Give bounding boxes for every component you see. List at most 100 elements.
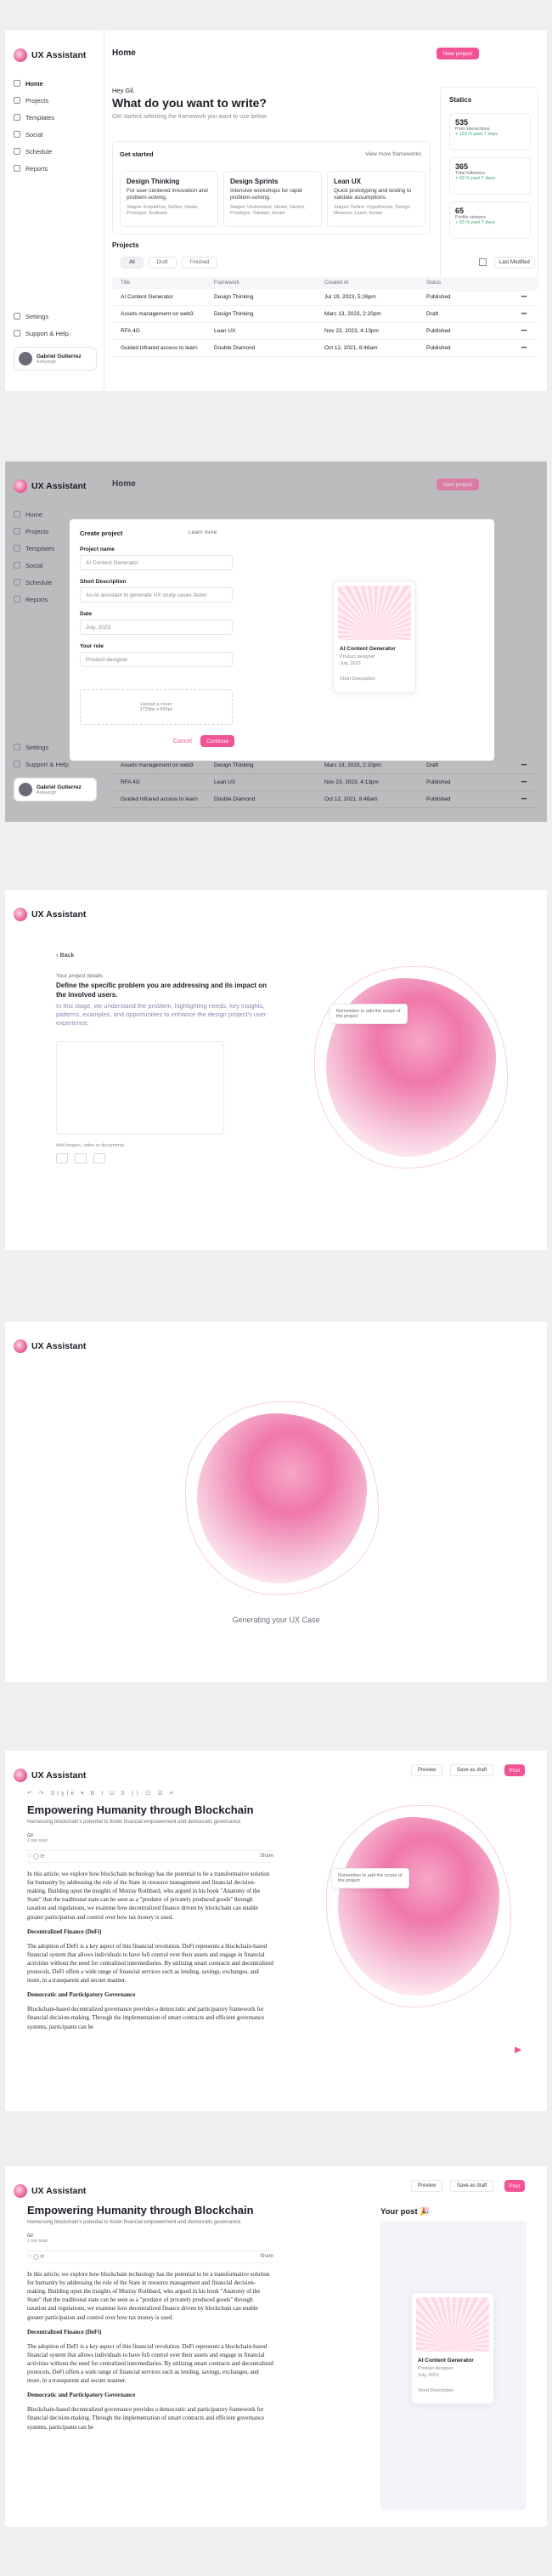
- role-field[interactable]: Product designer: [80, 652, 233, 667]
- sidebar-item-social[interactable]: Social: [14, 557, 54, 574]
- sidebar-item-social[interactable]: Social: [14, 126, 54, 143]
- sidebar-item-label: Settings: [25, 312, 49, 320]
- app-logo[interactable]: UX Assistant: [14, 479, 86, 493]
- framework-card-design-thinking[interactable]: Design Thinking For user-centered innova…: [120, 171, 218, 227]
- view-more-frameworks-link[interactable]: View more frameworks: [365, 151, 421, 157]
- filter-all[interactable]: All: [121, 257, 144, 269]
- share-button[interactable]: Share: [260, 2254, 273, 2260]
- modal-title: Create project: [80, 529, 123, 537]
- article-paragraph[interactable]: The adoption of DeFi is a key aspect of …: [27, 2342, 273, 2386]
- user-card[interactable]: Gabriel Gutierrez Ankyorgh: [14, 347, 97, 371]
- image-icon[interactable]: [56, 1153, 68, 1163]
- filter-draft[interactable]: Draft: [148, 257, 177, 269]
- learn-more-link[interactable]: Learn more: [189, 529, 217, 535]
- article-subtitle[interactable]: Harnessing blockchain's potential to fos…: [27, 1820, 273, 1826]
- date-field[interactable]: July, 2023: [80, 620, 233, 635]
- attach-label: Add images, video or documents: [56, 1143, 125, 1148]
- back-label: Back: [59, 951, 75, 959]
- sidebar-item-home[interactable]: Home: [14, 506, 54, 523]
- more-icon[interactable]: •••: [511, 345, 537, 351]
- column-created: Created At: [324, 280, 349, 286]
- reaction-icons[interactable]: ♡ ◯ ⟳: [27, 1854, 44, 1860]
- article-paragraph[interactable]: Blockchain-based decentralized governanc…: [27, 2005, 273, 2030]
- social-icon: [14, 562, 20, 569]
- table-header: Title Framework Created At Status: [112, 277, 538, 289]
- post-button[interactable]: Post: [504, 2180, 525, 2192]
- table-row[interactable]: AI Content Generator Design Thinking Jul…: [112, 289, 538, 306]
- more-icon[interactable]: •••: [511, 311, 537, 317]
- sidebar-item-support[interactable]: Support & Help: [14, 756, 69, 773]
- reaction-icons[interactable]: ♡ ◯ ⟳: [27, 2254, 44, 2260]
- new-project-button[interactable]: New project: [437, 48, 479, 59]
- app-logo[interactable]: UX Assistant: [14, 1769, 86, 1782]
- framework-card-lean-ux[interactable]: Lean UX Quick prototyping and testing to…: [327, 171, 425, 227]
- app-logo[interactable]: UX Assistant: [14, 908, 86, 921]
- sort-dropdown[interactable]: Last Modified: [494, 257, 535, 269]
- article-paragraph[interactable]: The adoption of DeFi is a key aspect of …: [27, 1942, 273, 1985]
- upload-cover-dropzone[interactable]: Upload a cover 1728px x 800px: [80, 689, 233, 725]
- table-row[interactable]: Guided Infrared access to learn Double D…: [112, 340, 538, 357]
- sidebar-item-templates[interactable]: Templates: [14, 540, 54, 557]
- share-button[interactable]: Share: [260, 1854, 273, 1860]
- answer-textarea[interactable]: [56, 1041, 224, 1135]
- stat-value: 535: [455, 118, 469, 127]
- gear-icon: [14, 744, 20, 750]
- sidebar-item-reports[interactable]: Reports: [14, 591, 54, 608]
- sidebar-item-home[interactable]: Home: [14, 75, 54, 92]
- sidebar-item-templates[interactable]: Templates: [14, 109, 54, 126]
- sidebar-item-support[interactable]: Support & Help: [14, 325, 69, 342]
- app-logo[interactable]: UX Assistant: [14, 1339, 86, 1353]
- cancel-button[interactable]: Cancel: [173, 739, 192, 744]
- new-project-button[interactable]: New project: [437, 478, 479, 490]
- send-icon[interactable]: [515, 2047, 521, 2053]
- sidebar-item-reports[interactable]: Reports: [14, 160, 54, 177]
- video-icon[interactable]: [93, 1153, 105, 1163]
- sidebar-item-settings[interactable]: Settings: [14, 308, 69, 325]
- short-description-field[interactable]: An AI assistant to generate UX study cas…: [80, 587, 233, 603]
- more-icon[interactable]: •••: [511, 328, 537, 334]
- sidebar-item-projects[interactable]: Projects: [14, 523, 54, 540]
- project-filters: All Draft Finished: [121, 257, 218, 269]
- preview-button[interactable]: Preview: [411, 1764, 443, 1776]
- continue-button[interactable]: Continue: [200, 735, 234, 747]
- article-subtitle[interactable]: Harnessing blockchain's potential to fos…: [27, 2220, 273, 2227]
- article-heading[interactable]: Democratic and Participatory Governance: [27, 2392, 273, 2398]
- card-date: July, 2023: [340, 661, 361, 666]
- article-paragraph[interactable]: Blockchain-based decentralized governanc…: [27, 2405, 273, 2431]
- sidebar-item-schedule[interactable]: Schedule: [14, 574, 54, 591]
- table-row[interactable]: Assets management on web3 Design Thinkin…: [112, 306, 538, 323]
- table-row[interactable]: RFA 4G Lean UX Nov 23, 2023, 4:13pm Publ…: [112, 323, 538, 340]
- row-framework: Lean UX: [214, 328, 236, 334]
- sidebar-item-schedule[interactable]: Schedule: [14, 143, 54, 160]
- generating-status: Generating your UX Case: [232, 1616, 320, 1624]
- save-draft-button[interactable]: Save as draft: [450, 1764, 494, 1776]
- article-heading[interactable]: Decentralized Finance (DeFi): [27, 2329, 273, 2335]
- article-heading[interactable]: Democratic and Participatory Governance: [27, 1991, 273, 1998]
- project-preview-card[interactable]: AI Content Generator Product designer Ju…: [411, 2292, 494, 2404]
- preview-button[interactable]: Preview: [411, 2180, 443, 2192]
- article-title[interactable]: Empowering Humanity through Blockchain: [27, 2204, 273, 2216]
- sidebar-item-settings[interactable]: Settings: [14, 739, 69, 756]
- article-paragraph[interactable]: In this article, we explore how blockcha…: [27, 2270, 273, 2322]
- card-title: AI Content Generator: [340, 646, 396, 652]
- app-logo[interactable]: UX Assistant: [14, 2184, 86, 2198]
- post-button[interactable]: Post: [504, 1764, 525, 1776]
- sidebar-item-projects[interactable]: Projects: [14, 92, 54, 109]
- back-button[interactable]: ‹ Back: [56, 951, 74, 959]
- attachment-icon[interactable]: [75, 1153, 87, 1163]
- framework-title: Design Thinking: [127, 178, 180, 185]
- user-card[interactable]: Gabriel Gutierrez Ankyorgh: [14, 778, 97, 801]
- article-heading[interactable]: Decentralized Finance (DeFi): [27, 1928, 273, 1935]
- filter-finished[interactable]: Finished: [181, 257, 218, 269]
- app-logo[interactable]: UX Assistant: [14, 48, 86, 62]
- grid-view-icon[interactable]: [479, 258, 487, 266]
- project-name-field[interactable]: AI Content Generator: [80, 555, 233, 570]
- save-draft-button[interactable]: Save as draft: [450, 2180, 494, 2192]
- project-preview-card: AI Content Generator Product designer Ju…: [333, 580, 416, 693]
- editor-toolbar[interactable]: ↶ ↷ Style ▾ B I U S ⟨⟩ ☷ ☰ ≡: [27, 1790, 176, 1797]
- article-title[interactable]: Empowering Humanity through Blockchain: [27, 1803, 273, 1816]
- create-project-modal: Create project Learn more Project name A…: [70, 519, 494, 761]
- article-paragraph[interactable]: In this article, we explore how blockcha…: [27, 1870, 273, 1922]
- more-icon[interactable]: •••: [511, 294, 537, 300]
- framework-card-design-sprints[interactable]: Design Sprints Intensive workshops for r…: [223, 171, 322, 227]
